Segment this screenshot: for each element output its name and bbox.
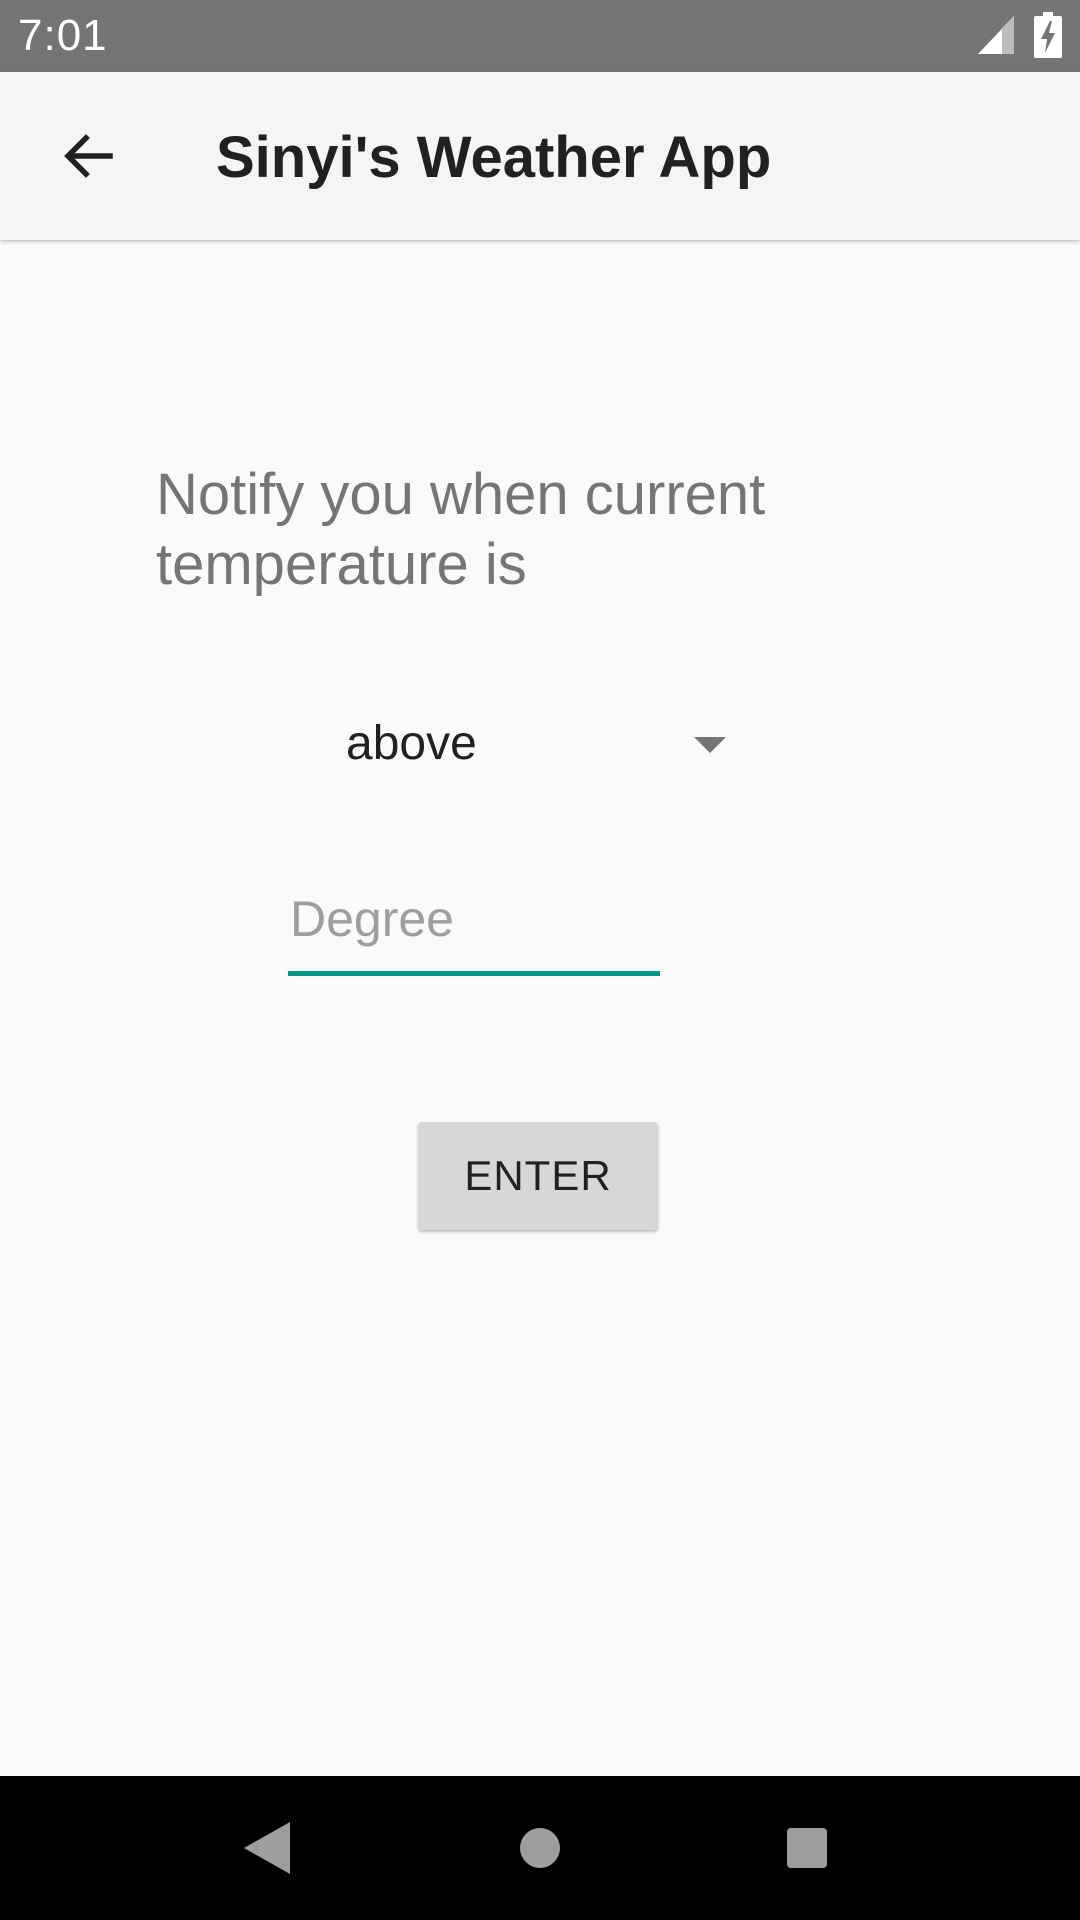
signal-icon (978, 16, 1014, 54)
condition-selected-value: above (346, 717, 477, 770)
enter-button-label: ENTER (464, 1152, 612, 1199)
app-bar: Sinyi's Weather App (0, 72, 1080, 240)
degree-field (288, 880, 660, 980)
status-time: 7:01 (18, 11, 108, 60)
nav-home-icon[interactable] (520, 1828, 560, 1868)
navigation-bar (0, 1776, 1080, 1920)
enter-button[interactable]: ENTER (418, 1122, 658, 1230)
nav-recents-icon[interactable] (787, 1828, 827, 1868)
battery-charging-icon (1034, 12, 1062, 58)
app-title: Sinyi's Weather App (216, 125, 772, 190)
notify-prompt: Notify you when current temperature is (156, 462, 766, 597)
screen: 7:01 Sinyi's Weather App Notify you when… (0, 0, 1080, 1920)
dropdown-arrow-icon (694, 737, 726, 753)
status-bar: 7:01 (0, 0, 1080, 72)
condition-select[interactable]: above (330, 700, 750, 790)
back-button[interactable] (44, 112, 132, 200)
arrow-left-icon (64, 134, 113, 178)
degree-input[interactable] (288, 880, 660, 976)
nav-back-icon[interactable] (244, 1822, 290, 1874)
